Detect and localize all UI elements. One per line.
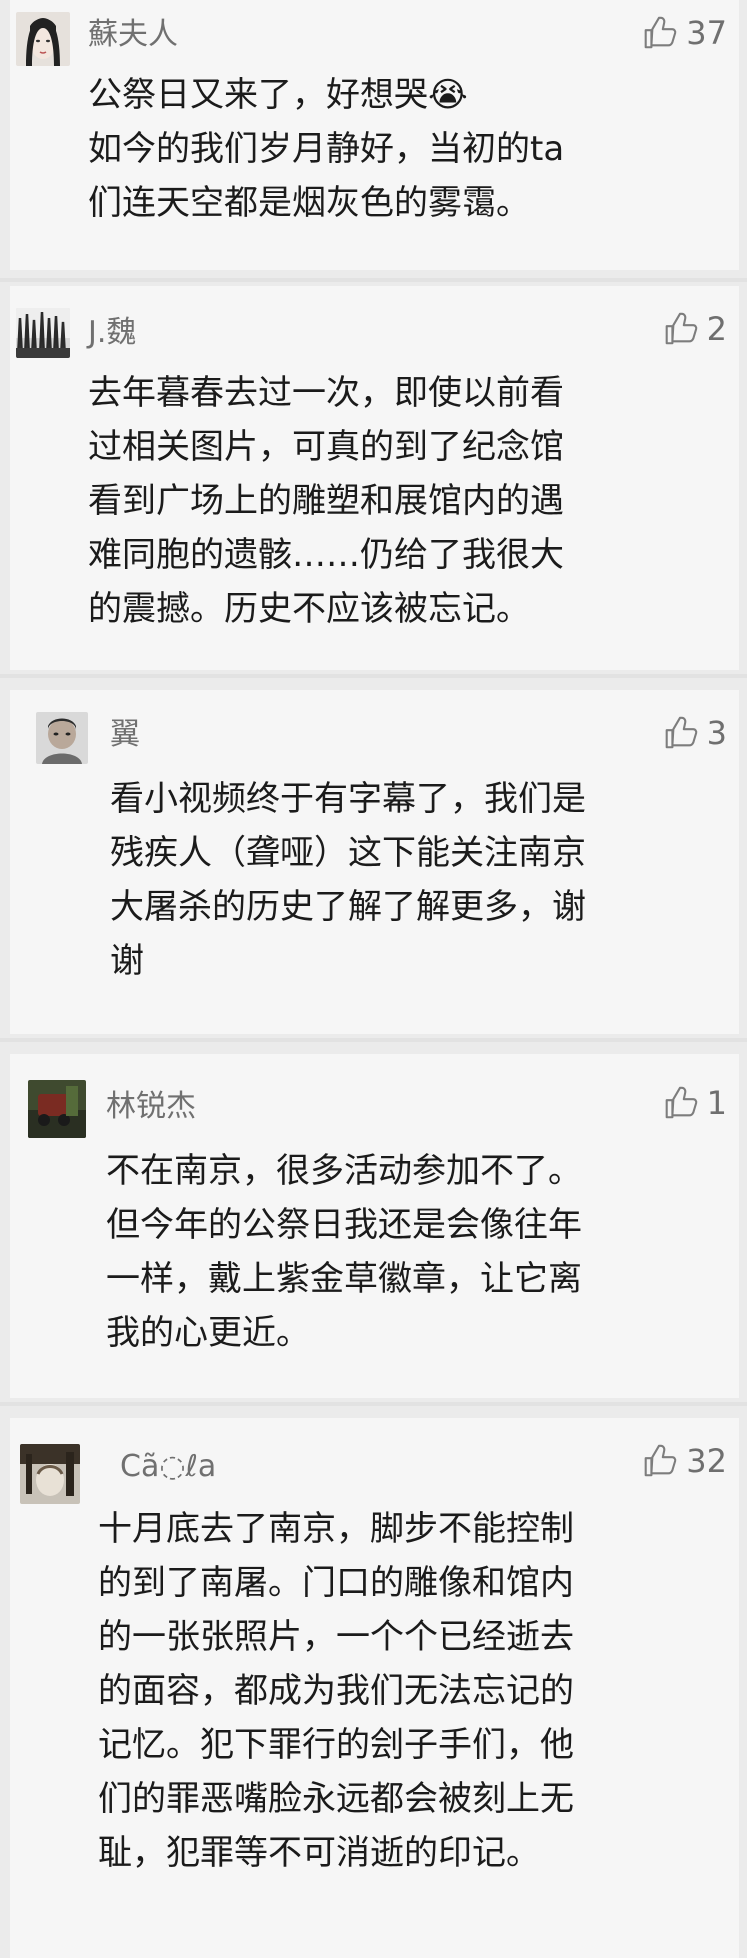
avatar[interactable] <box>16 12 70 66</box>
comment-text: 去年暮春去过一次，即使以前看 过相关图片，可真的到了纪念馆 看到广场上的雕塑和展… <box>88 373 564 629</box>
thumbs-up-outline-icon <box>644 16 677 49</box>
like-count: 32 <box>686 1442 727 1480</box>
like-count: 37 <box>686 14 727 52</box>
comment-card: 翼 3 看小视频终于有字幕了，我们是 残疾人（聋哑）这下能关注南京 大屠杀的历史… <box>10 690 739 1034</box>
like-count: 3 <box>706 714 727 752</box>
like-count: 2 <box>706 310 727 348</box>
like-button[interactable]: 37 <box>640 14 727 52</box>
avatar[interactable] <box>28 1080 86 1138</box>
comment-username[interactable]: 翼 <box>110 718 140 752</box>
like-button[interactable]: 3 <box>661 714 727 752</box>
divider <box>0 674 747 678</box>
comment-card: J.魏 2 去年暮春去过一次，即使以前看 过相关图片，可真的到了纪念馆 看到广场… <box>10 286 739 670</box>
comment-card: Cã◌ℓa 32 十月底去了南京，脚步不能控制 的到了南屠。门口的雕像和馆内 的… <box>10 1418 739 1958</box>
avatar[interactable] <box>16 308 70 358</box>
comment-text: 公祭日又来了，好想哭😭 如今的我们岁月静好，当初的ta 们连天空都是烟灰色的雾霭… <box>88 75 565 223</box>
divider <box>0 1038 747 1042</box>
avatar[interactable] <box>20 1444 80 1504</box>
comment-username[interactable]: 蘇夫人 <box>88 18 178 52</box>
divider <box>0 278 747 282</box>
comment-text: 看小视频终于有字幕了，我们是 残疾人（聋哑）这下能关注南京 大屠杀的历史了解了解… <box>110 779 586 981</box>
thumbs-up-outline-icon <box>665 1086 697 1119</box>
like-button[interactable]: 1 <box>661 1084 727 1122</box>
comment-text: 十月底去了南京，脚步不能控制 的到了南屠。门口的雕像和馆内 的一张张照片，一个个… <box>98 1509 574 1873</box>
thumbs-up-outline-icon <box>644 1444 677 1477</box>
avatar[interactable] <box>36 712 88 764</box>
comment-text: 不在南京，很多活动参加不了。 但今年的公祭日我还是会像往年 一样，戴上紫金草徽章… <box>106 1151 582 1353</box>
comment-feed: 蘇夫人 37 公祭日又来了，好想哭😭 如今的我们岁月静好，当初的ta 们连天空都… <box>0 0 747 1958</box>
like-button[interactable]: 2 <box>661 310 727 348</box>
divider <box>0 1402 747 1406</box>
comment-username[interactable]: 林锐杰 <box>106 1090 196 1124</box>
comment-card: 蘇夫人 37 公祭日又来了，好想哭😭 如今的我们岁月静好，当初的ta 们连天空都… <box>10 0 739 270</box>
thumbs-up-outline-icon <box>665 312 697 345</box>
comment-username[interactable]: J.魏 <box>88 316 136 350</box>
comment-card: 林锐杰 1 不在南京，很多活动参加不了。 但今年的公祭日我还是会像往年 一样，戴… <box>10 1054 739 1398</box>
like-count: 1 <box>706 1084 727 1122</box>
comment-username[interactable]: Cã◌ℓa <box>120 1450 216 1484</box>
thumbs-up-outline-icon <box>665 716 697 749</box>
like-button[interactable]: 32 <box>640 1442 727 1480</box>
